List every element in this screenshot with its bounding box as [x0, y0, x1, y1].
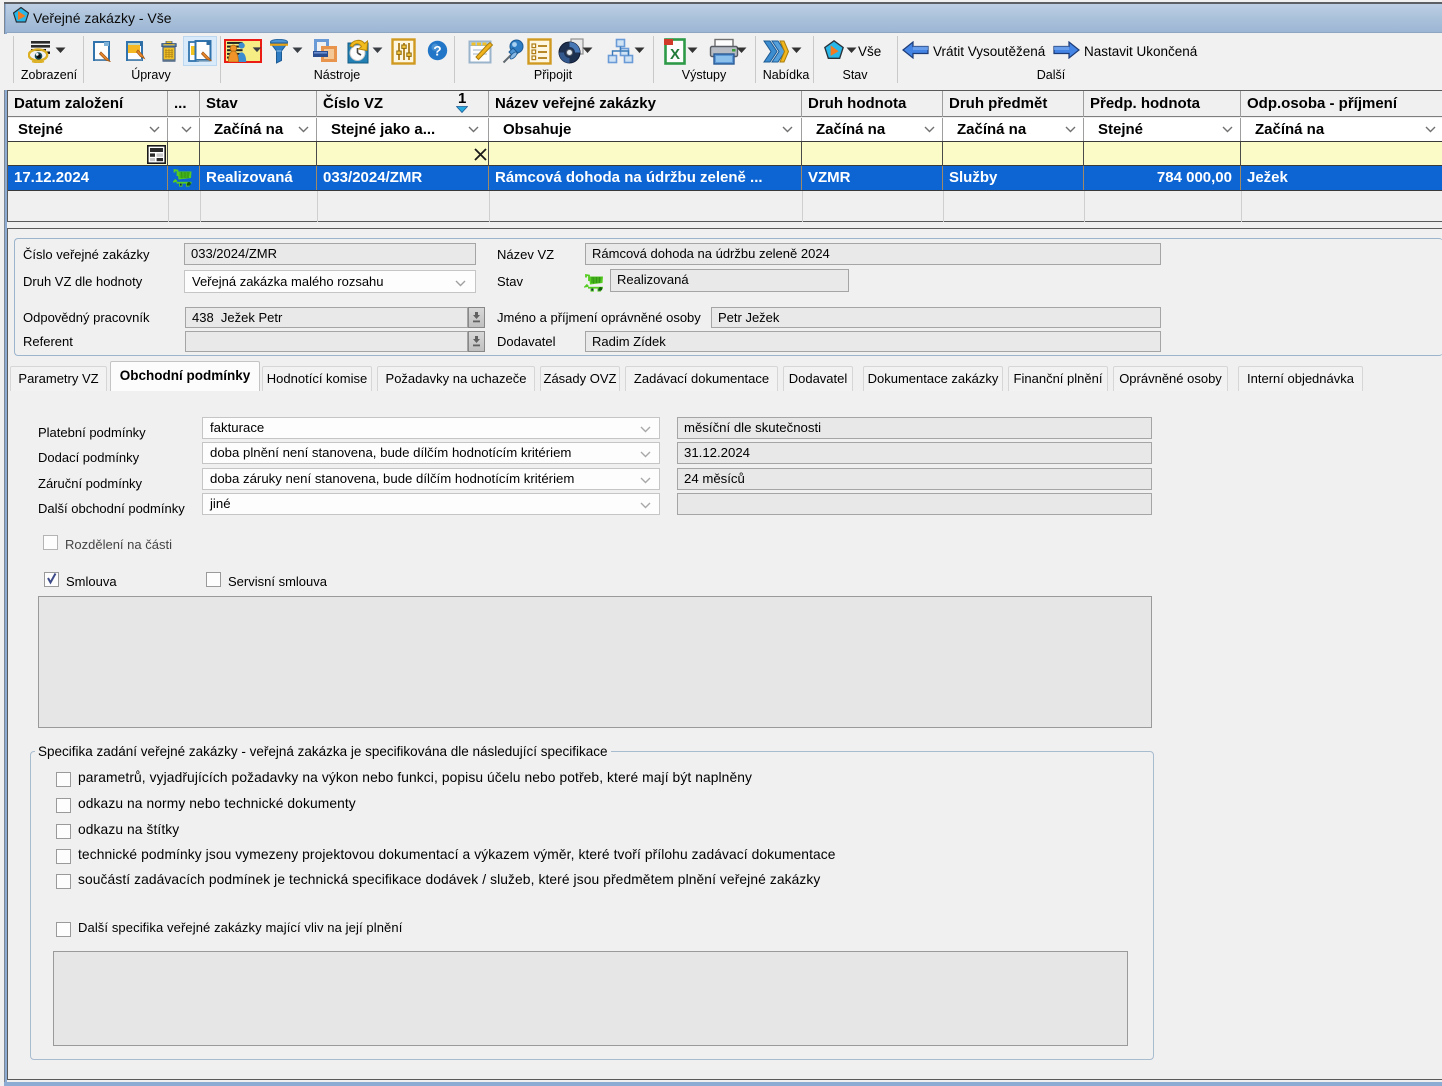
svg-text:?: ?	[433, 43, 441, 58]
svg-text:X: X	[670, 46, 680, 63]
